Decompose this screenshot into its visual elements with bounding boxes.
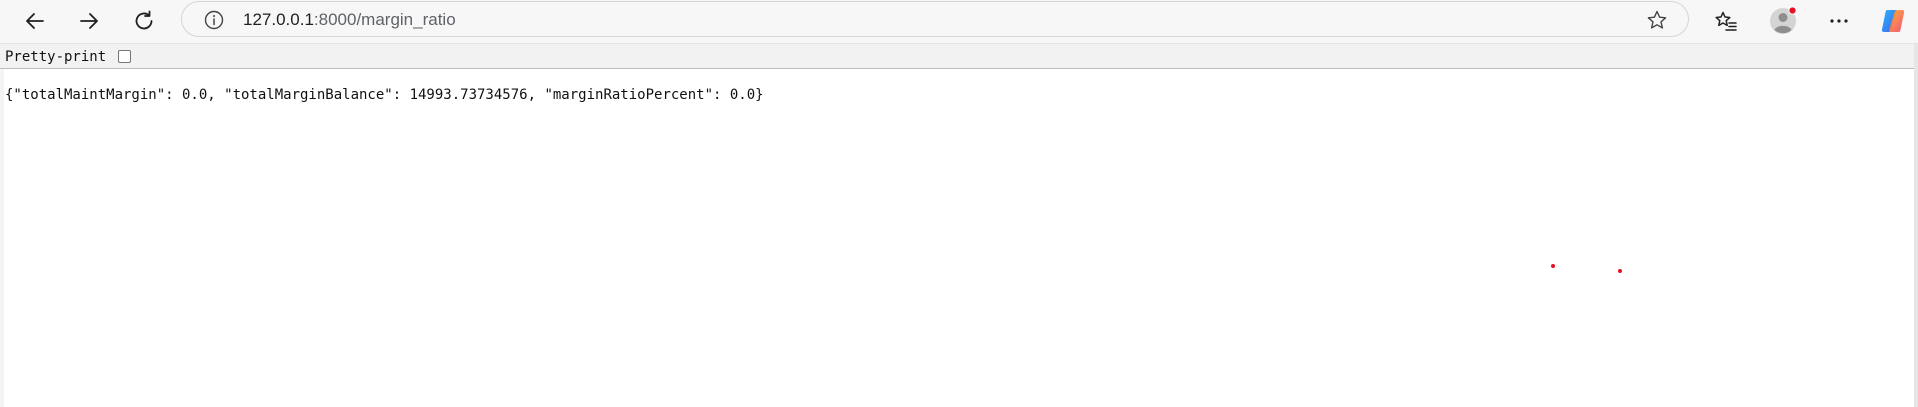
url-host: 127.0.0.1 (243, 10, 314, 29)
red-dot (1551, 264, 1555, 268)
profile-button[interactable] (1765, 3, 1801, 39)
red-dot (1618, 269, 1622, 273)
address-bar[interactable]: 127.0.0.1:8000/margin_ratio (181, 1, 1689, 37)
page-left-edge (0, 69, 4, 407)
copilot-icon (1881, 10, 1905, 32)
refresh-icon (135, 10, 153, 30)
info-icon[interactable] (203, 9, 225, 31)
page-scrollbar-track[interactable] (1914, 44, 1918, 407)
more-menu-icon (1830, 19, 1848, 23)
star-icon[interactable] (1646, 9, 1668, 31)
copilot-button[interactable] (1875, 3, 1911, 39)
pretty-print-label: Pretty-print (5, 49, 107, 65)
pretty-print-bar: Pretty-print (0, 44, 1918, 69)
pretty-print-checkbox[interactable] (118, 50, 131, 63)
refresh-button[interactable] (126, 3, 162, 39)
browser-toolbar: 127.0.0.1:8000/margin_ratio (0, 0, 1918, 43)
favorites-button[interactable] (1708, 3, 1744, 39)
favorites-icon (1715, 11, 1737, 31)
json-response-text: {"totalMaintMargin": 0.0, "totalMarginBa… (5, 87, 764, 103)
profile-avatar-icon (1770, 6, 1797, 34)
url-text[interactable]: 127.0.0.1:8000/margin_ratio (243, 10, 456, 30)
more-menu-button[interactable] (1821, 3, 1857, 39)
url-path: :8000/margin_ratio (313, 10, 456, 29)
back-arrow-icon (26, 13, 44, 29)
forward-button[interactable] (71, 3, 107, 39)
back-button[interactable] (17, 3, 53, 39)
forward-arrow-icon (80, 13, 98, 29)
